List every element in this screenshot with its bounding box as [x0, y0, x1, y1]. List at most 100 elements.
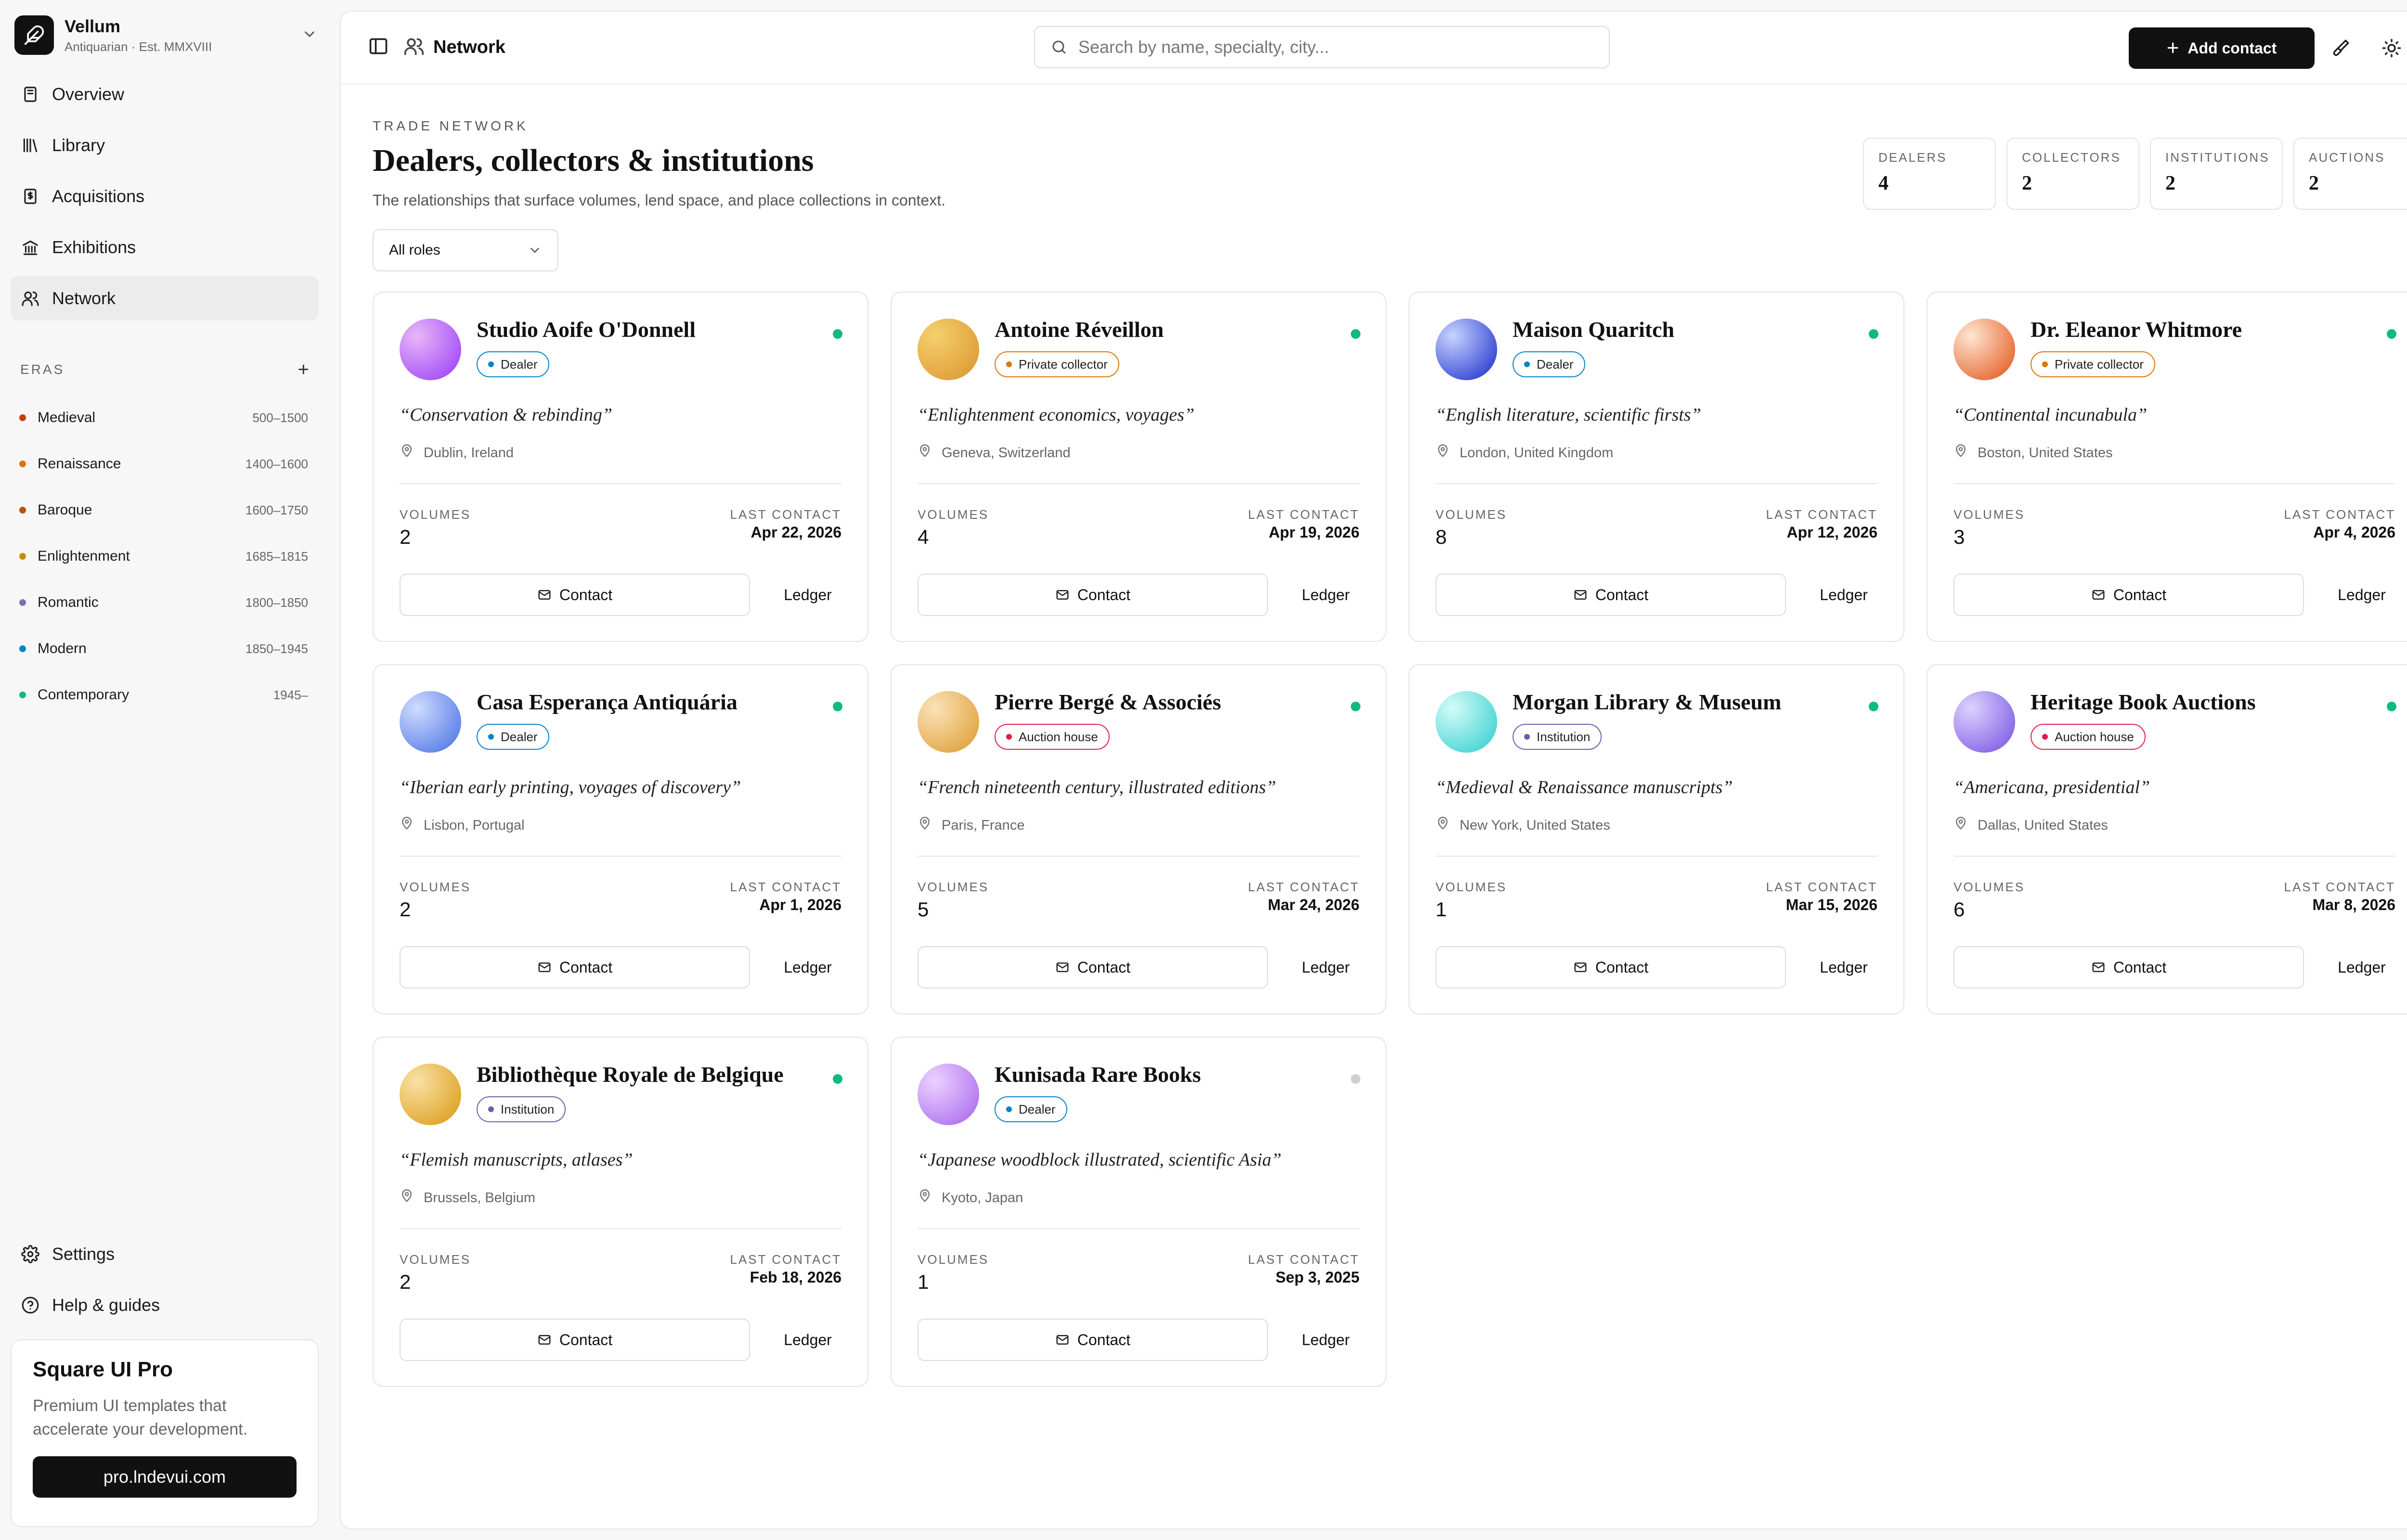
role-filter-select[interactable]: All roles — [373, 229, 558, 271]
ledger-button[interactable]: Ledger — [1810, 946, 1877, 988]
divider — [1436, 856, 1877, 857]
map-pin-icon — [1436, 816, 1460, 834]
contact-location: Lisbon, Portugal — [400, 816, 525, 834]
workspace-switcher[interactable]: Vellum Antiquarian · Est. MMXVIII — [14, 13, 323, 57]
chevron-down-icon — [301, 26, 318, 45]
volumes-label: VOLUMES — [1436, 880, 1507, 894]
volumes-label: VOLUMES — [918, 1252, 989, 1267]
contact-card[interactable]: Heritage Book Auctions Auction house “Amer… — [1927, 664, 2407, 1014]
contact-button-label: Contact — [559, 958, 613, 976]
contact-button[interactable]: Contact — [400, 574, 750, 616]
era-item[interactable]: Baroque 1600–1750 — [19, 487, 308, 533]
contact-card[interactable]: Dr. Eleanor Whitmore Private collector “Co… — [1927, 292, 2407, 642]
ledger-button[interactable]: Ledger — [2328, 946, 2395, 988]
sidebar-toggle-icon[interactable] — [368, 36, 389, 59]
era-item[interactable]: Medieval 500–1500 — [19, 395, 308, 441]
role-dot — [488, 1106, 494, 1112]
avatar — [1436, 319, 1497, 380]
sun-icon[interactable] — [2378, 35, 2405, 62]
contact-card[interactable]: Maison Quaritch Dealer “English literature… — [1409, 292, 1904, 642]
era-item[interactable]: Modern 1850–1945 — [19, 626, 308, 672]
contact-location: London, United Kingdom — [1436, 444, 1613, 462]
last-contact-value: Mar 8, 2026 — [2312, 896, 2395, 913]
role-label: Private collector — [2055, 357, 2144, 372]
location-text: Geneva, Switzerland — [942, 445, 1071, 461]
contact-card[interactable]: Bibliothèque Royale de Belgique Instituti… — [373, 1037, 868, 1387]
book-icon — [24, 87, 37, 102]
avatar — [1954, 691, 2015, 753]
feather-logo-icon — [14, 15, 54, 55]
volumes-label: VOLUMES — [400, 880, 471, 894]
ledger-button[interactable]: Ledger — [2328, 574, 2395, 616]
contact-card[interactable]: Studio Aoife O'Donnell Dealer “Conservatio… — [373, 292, 868, 642]
role-label: Institution — [501, 1102, 555, 1116]
brush-icon[interactable] — [2327, 35, 2354, 62]
map-pin-icon — [918, 816, 942, 834]
last-contact-value: Mar 15, 2026 — [1786, 896, 1877, 913]
contact-location: Geneva, Switzerland — [918, 444, 1071, 462]
contact-button[interactable]: Contact — [400, 1319, 750, 1361]
add-contact-button[interactable]: + Add contact — [2129, 27, 2315, 69]
map-pin-icon — [918, 1189, 942, 1207]
nav-item-library[interactable]: Library — [11, 123, 319, 167]
era-color-dot — [19, 461, 26, 467]
nav-item-settings[interactable]: Settings — [11, 1232, 319, 1276]
last-contact-value: Sep 3, 2025 — [1275, 1269, 1359, 1286]
era-label: Modern — [38, 641, 87, 656]
contact-location: Kyoto, Japan — [918, 1189, 1023, 1207]
nav-item-label: Overview — [52, 84, 125, 104]
volumes-label: VOLUMES — [918, 880, 989, 894]
contact-card[interactable]: Casa Esperança Antiquária Dealer “Iberian … — [373, 664, 868, 1014]
avatar — [400, 1064, 461, 1125]
contact-card[interactable]: Pierre Bergé & Associés Auction house “Fre… — [891, 664, 1386, 1014]
contact-card[interactable]: Antoine Réveillon Private collector “Enlig… — [891, 292, 1386, 642]
volumes-value: 2 — [400, 1270, 411, 1293]
nav-item-overview[interactable]: Overview — [11, 72, 319, 116]
location-text: Paris, France — [942, 817, 1025, 833]
ledger-button[interactable]: Ledger — [1292, 946, 1359, 988]
eras-header: ERAS + — [20, 360, 309, 379]
contact-specialty: “French nineteenth century, illustrated … — [918, 777, 1276, 797]
contact-button[interactable]: Contact — [1954, 574, 2304, 616]
nav-item-network[interactable]: Network — [11, 276, 319, 321]
era-item[interactable]: Enlightenment 1685–1815 — [19, 533, 308, 579]
nav-item-exhibitions[interactable]: Exhibitions — [11, 225, 319, 270]
ledger-button[interactable]: Ledger — [774, 946, 841, 988]
contact-button[interactable]: Contact — [1436, 946, 1786, 988]
contact-card[interactable]: Morgan Library & Museum Institution “Medie… — [1409, 664, 1904, 1014]
ledger-button[interactable]: Ledger — [1292, 574, 1359, 616]
role-badge: Private collector — [995, 351, 1119, 377]
ledger-button[interactable]: Ledger — [1292, 1319, 1359, 1361]
contact-button[interactable]: Contact — [1436, 574, 1786, 616]
divider — [918, 1228, 1359, 1229]
contact-button[interactable]: Contact — [918, 946, 1268, 988]
volumes-value: 6 — [1954, 898, 1965, 921]
add-era-icon[interactable]: + — [298, 360, 309, 379]
contact-specialty: “English literature, scientific firsts” — [1436, 405, 1701, 425]
contact-button[interactable]: Contact — [918, 574, 1268, 616]
role-dot — [2042, 734, 2048, 740]
location-text: New York, United States — [1460, 817, 1610, 833]
era-range: 1945– — [273, 687, 308, 702]
ledger-button[interactable]: Ledger — [774, 574, 841, 616]
ledger-button[interactable]: Ledger — [774, 1319, 841, 1361]
search-input[interactable] — [1078, 37, 1560, 57]
contact-specialty: “Continental incunabula” — [1954, 405, 2148, 425]
brand-subtitle: Antiquarian · Est. MMXVIII — [65, 39, 212, 54]
contact-card[interactable]: Kunisada Rare Books Dealer “Japanese woodb… — [891, 1037, 1386, 1387]
contact-button[interactable]: Contact — [400, 946, 750, 988]
search-box[interactable] — [1034, 26, 1610, 68]
era-item[interactable]: Renaissance 1400–1600 — [19, 441, 308, 487]
era-item[interactable]: Contemporary 1945– — [19, 672, 308, 718]
contact-button[interactable]: Contact — [1954, 946, 2304, 988]
ledger-button[interactable]: Ledger — [1810, 574, 1877, 616]
contact-specialty: “Enlightenment economics, voyages” — [918, 405, 1195, 425]
last-contact-value: Apr 19, 2026 — [1268, 524, 1359, 541]
era-item[interactable]: Romantic 1800–1850 — [19, 579, 308, 626]
promo-link-button[interactable]: pro.lndevui.com — [33, 1456, 297, 1498]
role-badge: Dealer — [477, 351, 549, 377]
contact-button[interactable]: Contact — [918, 1319, 1268, 1361]
nav-item-acquisitions[interactable]: Acquisitions — [11, 174, 319, 218]
status-dot — [1351, 329, 1360, 339]
nav-item-help[interactable]: Help & guides — [11, 1283, 319, 1327]
